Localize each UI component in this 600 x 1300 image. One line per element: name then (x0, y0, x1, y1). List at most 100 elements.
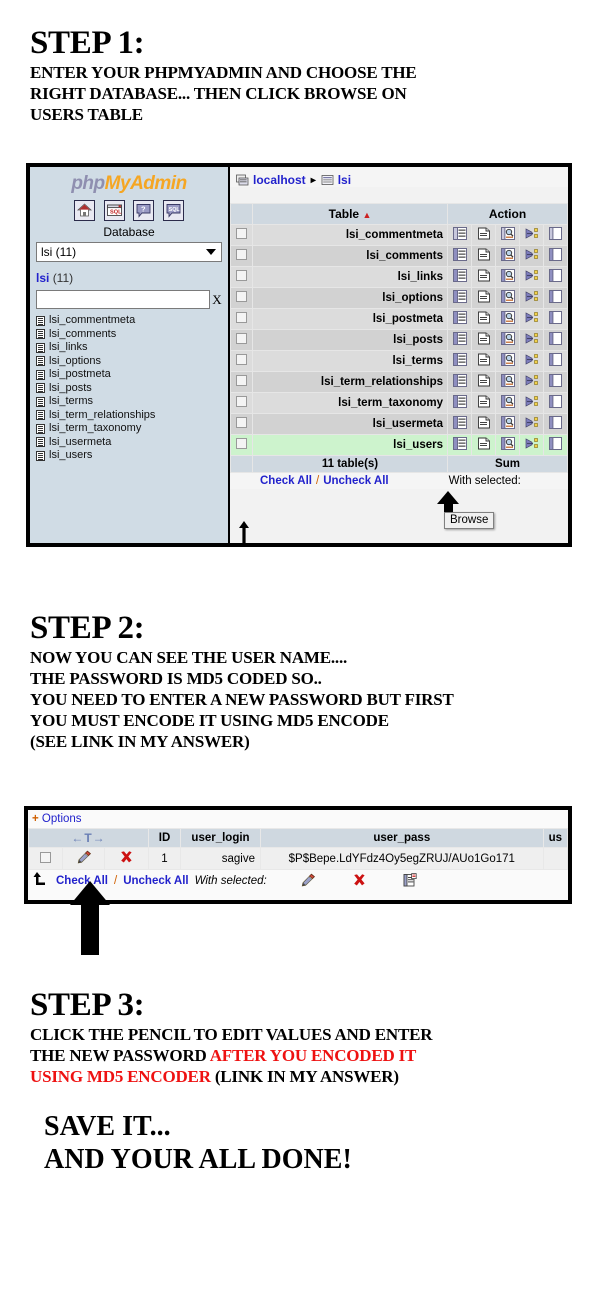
uncheck-all-link[interactable]: Uncheck All (323, 475, 388, 487)
browse-icon[interactable] (447, 329, 472, 351)
clear-filter-icon[interactable]: X (210, 290, 224, 309)
list-item[interactable]: lsi_posts (36, 382, 228, 396)
list-item[interactable]: lsi_options (36, 355, 228, 369)
options-toggle[interactable]: + Options (28, 810, 568, 828)
structure-icon[interactable] (471, 245, 496, 267)
row-checkbox[interactable] (236, 417, 247, 428)
list-item[interactable]: lsi_term_relationships (36, 409, 228, 423)
row-checkbox[interactable] (236, 375, 247, 386)
row-checkbox-cell[interactable] (230, 308, 253, 330)
insert-icon[interactable] (519, 413, 544, 435)
table-name-cell[interactable]: lsi_term_relationships (252, 371, 448, 393)
table-name-cell[interactable]: lsi_comments (252, 245, 448, 267)
search-icon[interactable] (495, 413, 520, 435)
search-icon[interactable] (495, 392, 520, 414)
pencil-icon[interactable] (75, 850, 92, 867)
insert-icon[interactable] (519, 308, 544, 330)
search-icon[interactable] (495, 224, 520, 246)
table-column-header[interactable]: Table ▲ (252, 203, 448, 225)
table-name-cell[interactable]: lsi_postmeta (252, 308, 448, 330)
browse-icon[interactable] (447, 245, 472, 267)
browse-icon[interactable] (447, 413, 472, 435)
browse-icon[interactable] (447, 287, 472, 309)
column-header-user-login[interactable]: user_login (180, 828, 261, 848)
structure-icon[interactable] (471, 266, 496, 288)
row-checkbox-cell[interactable] (230, 287, 253, 309)
delete-row-cell[interactable] (103, 847, 150, 870)
sql-query-icon[interactable]: SQL (162, 200, 184, 221)
insert-icon[interactable] (519, 329, 544, 351)
table-name-cell[interactable]: lsi_commentmeta (252, 224, 448, 246)
insert-icon[interactable] (519, 224, 544, 246)
structure-icon[interactable] (471, 287, 496, 309)
list-item[interactable]: lsi_commentmeta (36, 314, 228, 328)
table-name-cell[interactable]: lsi_links (252, 266, 448, 288)
search-icon[interactable] (495, 434, 520, 456)
list-item[interactable]: lsi_usermeta (36, 436, 228, 450)
breadcrumb-server-link[interactable]: localhost (253, 173, 306, 187)
structure-icon[interactable] (471, 413, 496, 435)
row-checkbox[interactable] (236, 396, 247, 407)
search-icon[interactable] (495, 329, 520, 351)
empty-icon[interactable] (543, 224, 568, 246)
uncheck-all-link[interactable]: Uncheck All (123, 875, 188, 887)
list-item[interactable]: lsi_postmeta (36, 368, 228, 382)
table-name-cell[interactable]: lsi_usermeta (252, 413, 448, 435)
list-item[interactable]: lsi_terms (36, 395, 228, 409)
list-item[interactable]: lsi_term_taxonomy (36, 422, 228, 436)
row-checkbox-cell[interactable] (230, 371, 253, 393)
browse-icon[interactable] (447, 224, 472, 246)
sql-window-icon[interactable]: SQL (103, 200, 125, 221)
row-checkbox-cell[interactable] (230, 329, 253, 351)
insert-icon[interactable] (519, 350, 544, 372)
insert-icon[interactable] (519, 392, 544, 414)
insert-icon[interactable] (519, 287, 544, 309)
row-checkbox-cell[interactable] (230, 413, 253, 435)
row-checkbox-cell[interactable] (28, 847, 64, 870)
edit-row-cell[interactable] (62, 847, 105, 870)
empty-icon[interactable] (543, 392, 568, 414)
row-checkbox[interactable] (236, 249, 247, 260)
table-name-cell[interactable]: lsi_terms (252, 350, 448, 372)
bulk-delete-x-icon[interactable] (352, 873, 367, 890)
delete-x-icon[interactable] (119, 851, 134, 867)
row-checkbox[interactable] (236, 291, 247, 302)
row-checkbox[interactable] (236, 270, 247, 281)
row-checkbox[interactable] (236, 228, 247, 239)
browse-icon[interactable] (447, 266, 472, 288)
bulk-pencil-icon[interactable] (299, 873, 316, 890)
table-name-cell[interactable]: lsi_users (252, 434, 448, 456)
browse-icon[interactable] (447, 392, 472, 414)
structure-icon[interactable] (471, 329, 496, 351)
column-header-user-pass[interactable]: user_pass (260, 828, 544, 848)
row-checkbox-cell[interactable] (230, 245, 253, 267)
row-checkbox-cell[interactable] (230, 350, 253, 372)
row-checkbox[interactable] (40, 851, 52, 863)
home-icon[interactable] (74, 200, 96, 221)
help-icon[interactable]: ? (133, 200, 155, 221)
insert-icon[interactable] (519, 266, 544, 288)
options-link[interactable]: Options (42, 813, 82, 825)
search-icon[interactable] (495, 266, 520, 288)
search-icon[interactable] (495, 245, 520, 267)
list-item[interactable]: lsi_links (36, 341, 228, 355)
structure-icon[interactable] (471, 224, 496, 246)
bulk-export-icon[interactable] (403, 872, 418, 890)
search-icon[interactable] (495, 287, 520, 309)
structure-icon[interactable] (471, 308, 496, 330)
row-checkbox[interactable] (236, 333, 247, 344)
breadcrumb-database-link[interactable]: lsi (338, 173, 351, 187)
row-checkbox[interactable] (236, 354, 247, 365)
search-icon[interactable] (495, 308, 520, 330)
structure-icon[interactable] (471, 371, 496, 393)
structure-icon[interactable] (471, 392, 496, 414)
structure-icon[interactable] (471, 350, 496, 372)
row-checkbox-cell[interactable] (230, 434, 253, 456)
empty-icon[interactable] (543, 413, 568, 435)
browse-icon[interactable] (447, 350, 472, 372)
insert-icon[interactable] (519, 371, 544, 393)
list-item[interactable]: lsi_comments (36, 328, 228, 342)
empty-icon[interactable] (543, 308, 568, 330)
list-item[interactable]: lsi_users (36, 449, 228, 463)
table-filter-input[interactable] (36, 290, 210, 309)
